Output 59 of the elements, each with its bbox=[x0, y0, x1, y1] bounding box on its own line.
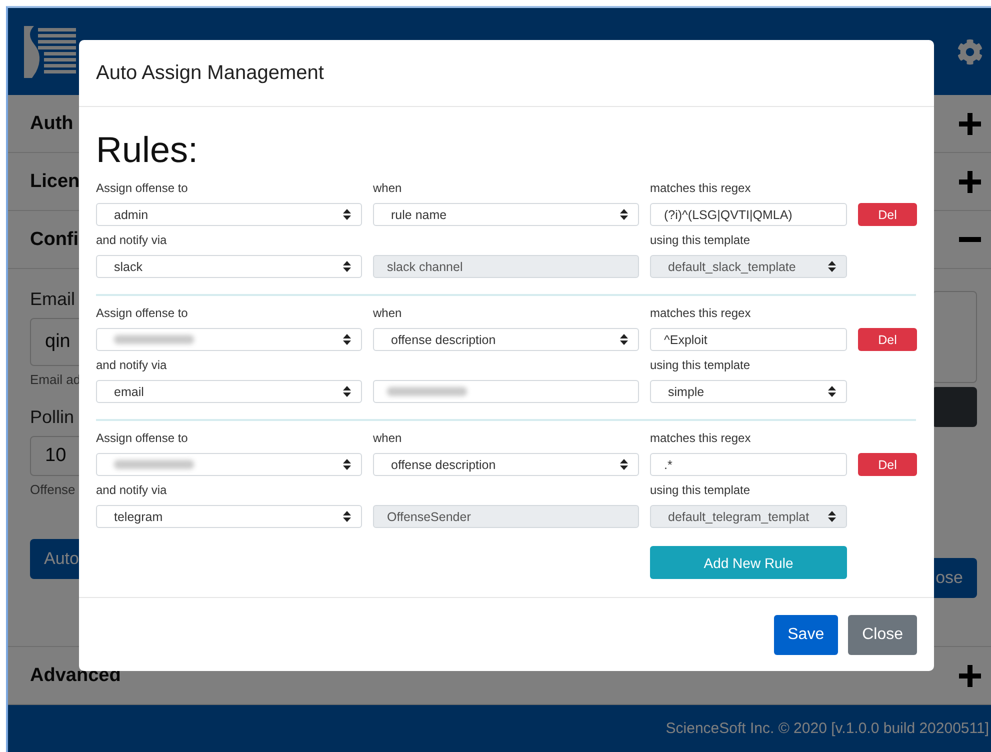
updown-arrows-icon bbox=[343, 334, 351, 345]
field-label: matches this regex bbox=[650, 306, 752, 322]
field-label: using this template bbox=[650, 233, 752, 249]
field-label: matches this regex bbox=[650, 431, 752, 447]
select-field[interactable]: offense description bbox=[373, 453, 639, 476]
input-field[interactable]: .* bbox=[650, 453, 847, 476]
input-field[interactable]: (?i)^(LSG|QVTI|QMLA) bbox=[650, 203, 847, 226]
updown-arrows-icon bbox=[343, 209, 351, 220]
updown-arrows-icon bbox=[343, 386, 351, 397]
footer-text: ScienceSoft Inc. © 2020 [v.1.0.0 build 20200511] bbox=[8, 705, 991, 752]
field-label: using this template bbox=[650, 483, 752, 499]
delete-button[interactable]: Del bbox=[858, 328, 917, 351]
save-button[interactable]: Save bbox=[774, 615, 838, 655]
select-field[interactable]: rule name bbox=[373, 203, 639, 226]
updown-arrows-icon bbox=[343, 261, 351, 272]
field-label: and notify via bbox=[96, 233, 168, 249]
field-label: Pollin bbox=[30, 407, 74, 428]
minus-icon bbox=[959, 237, 981, 242]
select-field[interactable]: email bbox=[96, 380, 362, 403]
updown-arrows-icon bbox=[828, 511, 836, 522]
select-field[interactable]: telegram bbox=[96, 505, 362, 528]
modal-title: Auto Assign Management bbox=[96, 62, 324, 84]
select-field[interactable]: admin bbox=[96, 203, 362, 226]
select-field[interactable] bbox=[96, 328, 362, 351]
field-label: matches this regex bbox=[650, 181, 752, 197]
plus-icon bbox=[959, 170, 981, 192]
select-field[interactable]: slack bbox=[96, 255, 362, 278]
field-label: Assign offense to bbox=[96, 431, 189, 447]
input-field[interactable]: ^Exploit bbox=[650, 328, 847, 351]
updown-arrows-icon bbox=[343, 459, 351, 470]
input-field[interactable] bbox=[373, 380, 639, 403]
updown-arrows-icon bbox=[620, 334, 628, 345]
updown-arrows-icon bbox=[343, 511, 351, 522]
close-button[interactable]: Close bbox=[848, 615, 917, 655]
select-field[interactable] bbox=[96, 453, 362, 476]
field-label: Email bbox=[30, 289, 76, 310]
updown-arrows-icon bbox=[828, 261, 836, 272]
field-label: when bbox=[373, 306, 403, 322]
select-field[interactable]: simple bbox=[650, 380, 847, 403]
dark-button[interactable] bbox=[932, 387, 977, 427]
field-label: and notify via bbox=[96, 483, 168, 499]
updown-arrows-icon bbox=[620, 459, 628, 470]
plus-icon bbox=[959, 112, 981, 134]
updown-arrows-icon bbox=[828, 386, 836, 397]
updown-arrows-icon bbox=[620, 209, 628, 220]
help-text: Offense bbox=[30, 482, 76, 497]
field-label: when bbox=[373, 181, 403, 197]
plus-icon bbox=[959, 664, 981, 686]
delete-button[interactable]: Del bbox=[858, 203, 917, 226]
select-field[interactable]: offense description bbox=[373, 328, 639, 351]
field-label: when bbox=[373, 431, 403, 447]
settings-icon[interactable] bbox=[957, 38, 983, 64]
field-label: Assign offense to bbox=[96, 306, 189, 322]
field-label: Assign offense to bbox=[96, 181, 189, 197]
delete-button[interactable]: Del bbox=[858, 453, 917, 476]
field-label: and notify via bbox=[96, 358, 168, 374]
rules-heading: Rules: bbox=[96, 129, 200, 171]
field-label: using this template bbox=[650, 358, 752, 374]
logo-icon bbox=[24, 26, 76, 78]
